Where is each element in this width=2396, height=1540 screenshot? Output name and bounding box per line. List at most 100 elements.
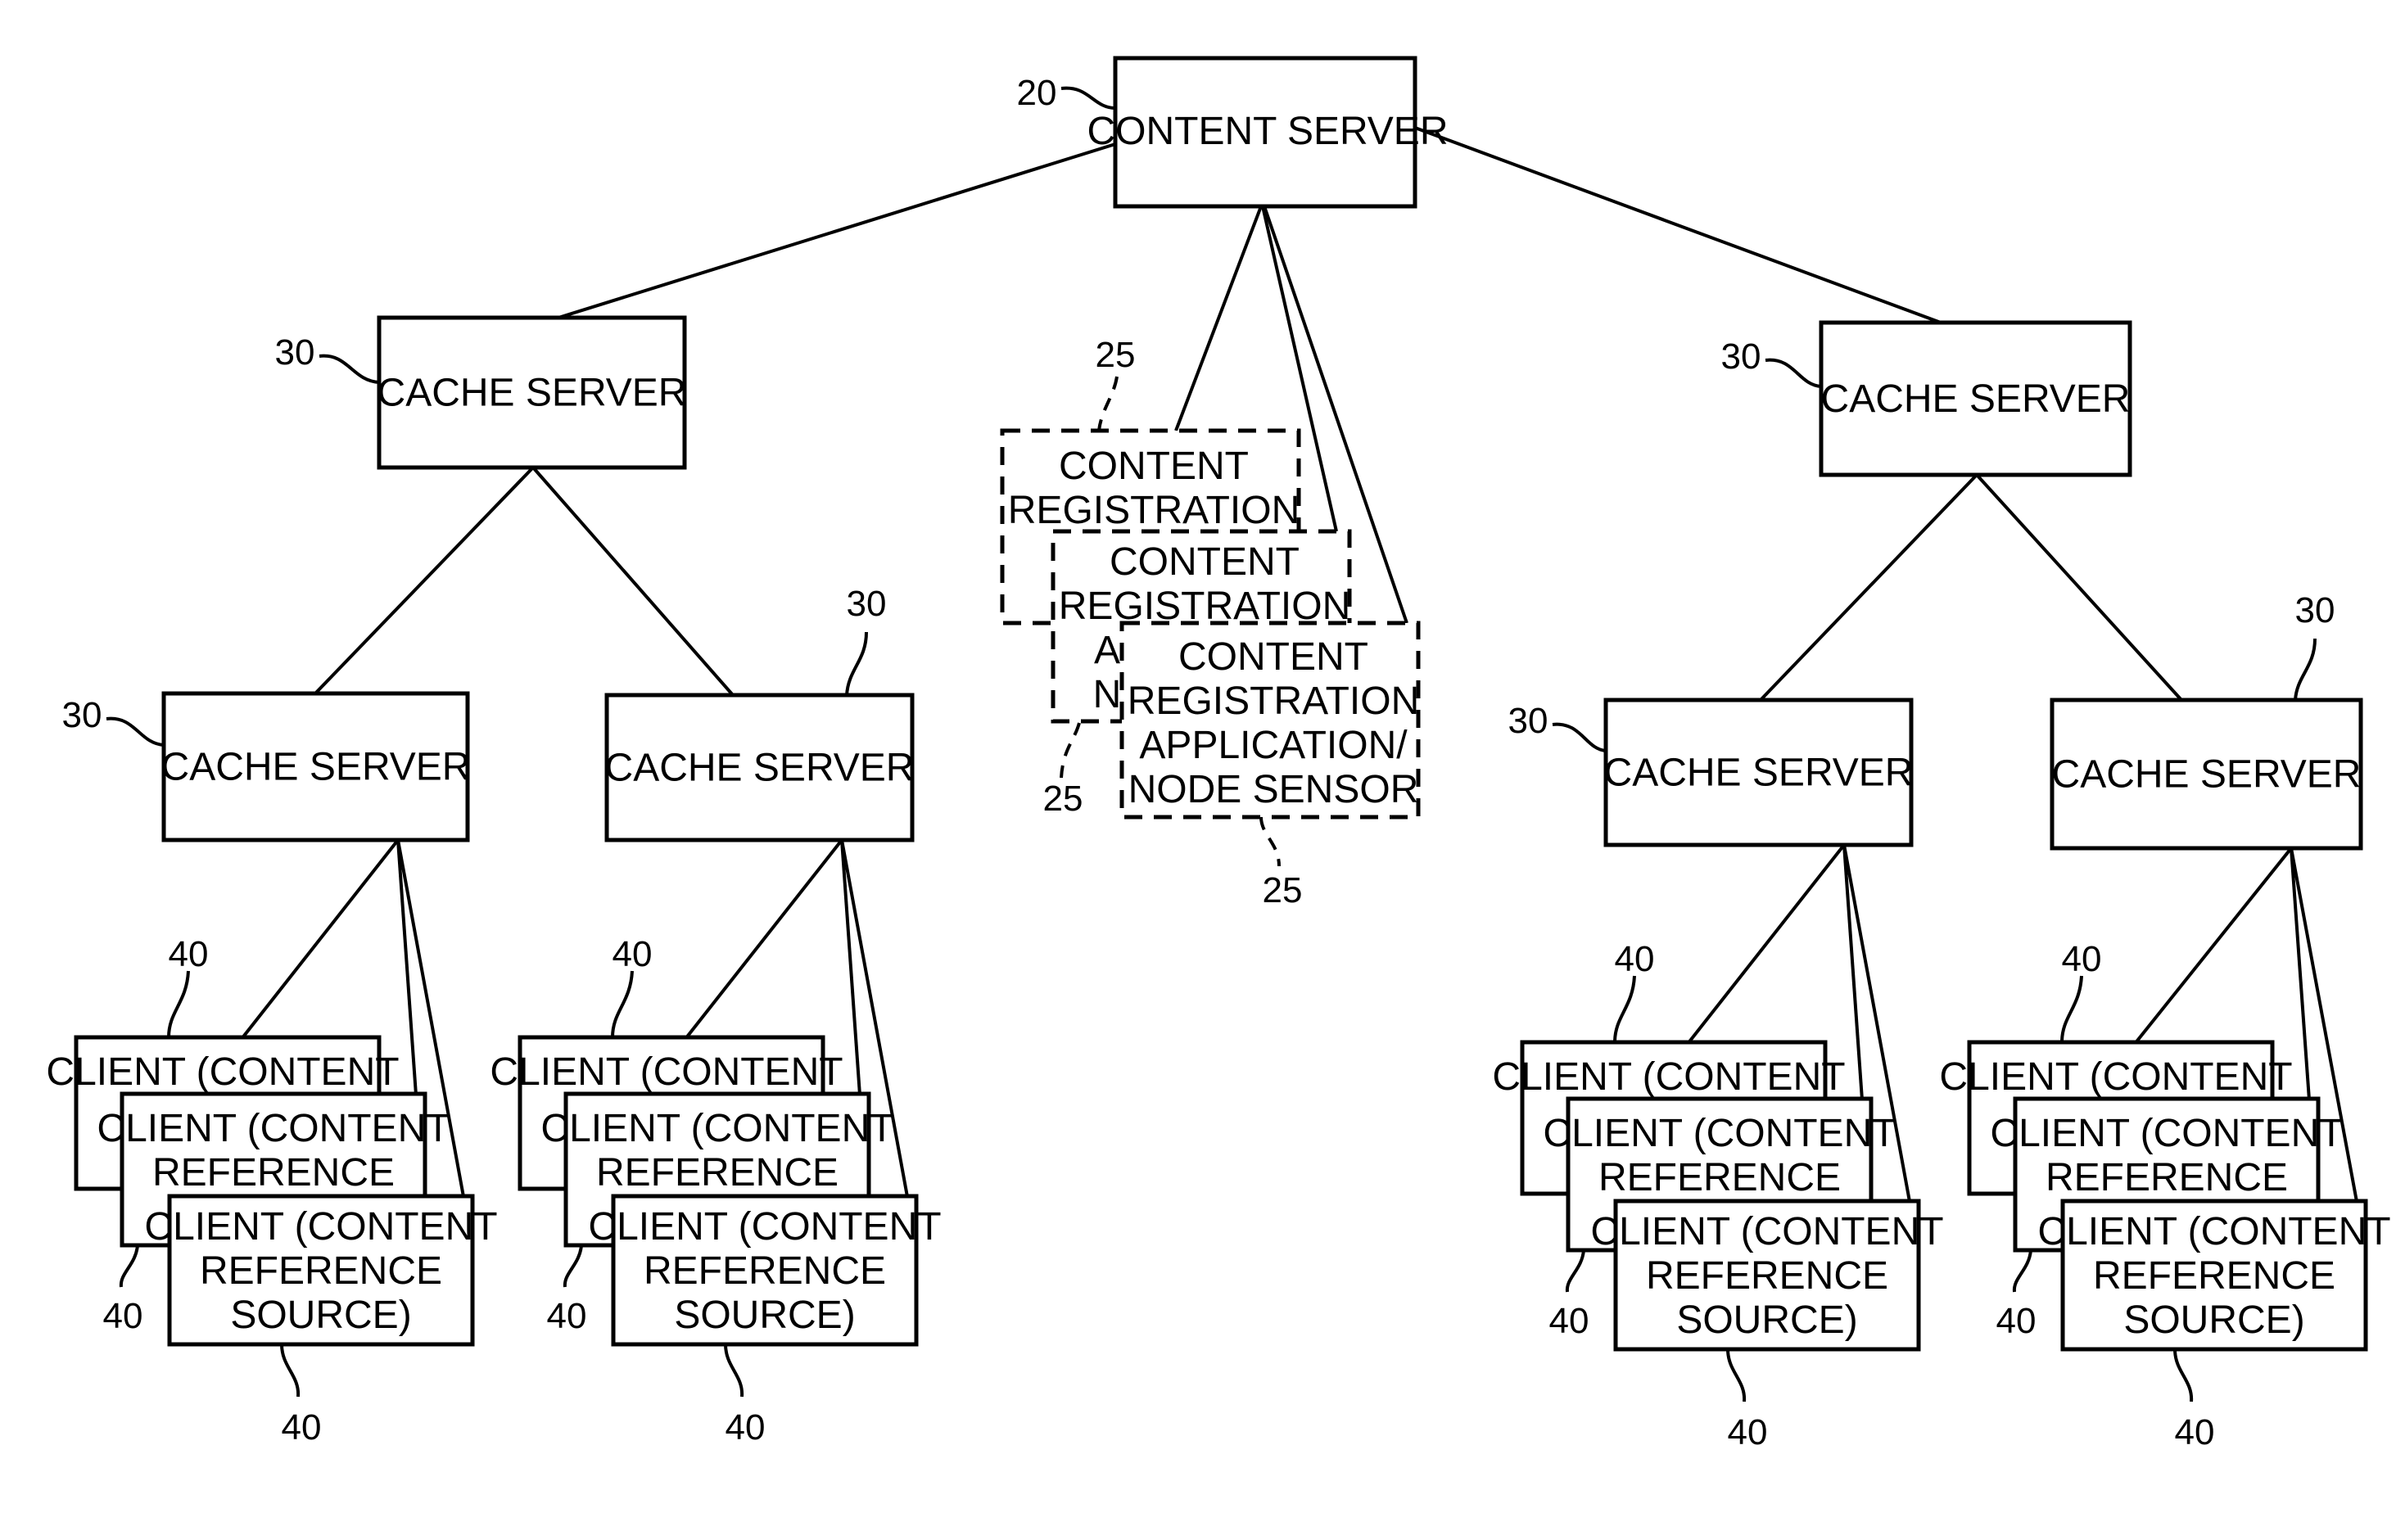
ref-leader-40 bbox=[1613, 975, 1636, 1043]
registration-label-line: NODE SENSOR bbox=[1128, 768, 1419, 811]
client-label-line: SOURCE) bbox=[2123, 1298, 2304, 1342]
ref-number-40: 40 bbox=[169, 934, 209, 974]
cache-server-label: CACHE SERVER bbox=[1821, 377, 2131, 421]
cache-server-label: CACHE SERVER bbox=[1604, 752, 1914, 795]
edge-cache-to-client bbox=[1842, 844, 1864, 1100]
registration-label-line: N bbox=[1093, 673, 1122, 716]
ref-leader-40 bbox=[2012, 1249, 2032, 1293]
content-server-label: CONTENT SERVER bbox=[1087, 110, 1449, 153]
edge-right-cache-to-cache2 bbox=[1975, 473, 2183, 702]
registration-label-line: CONTENT bbox=[1178, 635, 1368, 679]
ref-leader-30 bbox=[106, 716, 165, 747]
ref-leader-40 bbox=[563, 1244, 583, 1288]
cache-server-node-right-2: CACHE SERVER 30 bbox=[2050, 590, 2363, 851]
edge-cache-to-client bbox=[2134, 847, 2293, 1044]
ref-leader-40 bbox=[1565, 1249, 1585, 1293]
client-label-line: CLIENT (CONTENT bbox=[1492, 1055, 1845, 1099]
edge-cache-to-client bbox=[2290, 847, 2311, 1100]
edge-content-to-registration-a bbox=[1174, 205, 1263, 431]
ref-number-40: 40 bbox=[1615, 939, 1655, 979]
registration-label-line: REGISTRATION bbox=[1128, 680, 1419, 723]
client-label-line: CLIENT (CONTENT bbox=[490, 1050, 843, 1094]
ref-leader-40 bbox=[119, 1244, 139, 1288]
cache-server-label: CACHE SERVER bbox=[2052, 753, 2362, 797]
ref-number-40: 40 bbox=[1728, 1412, 1768, 1452]
client-label-line: CLIENT (CONTENT bbox=[1939, 1055, 2292, 1099]
client-stack-left-2: CLIENT (CONTENTCLIENT (CONTENTREFERENCEC… bbox=[490, 838, 942, 1447]
ref-number-40: 40 bbox=[282, 1407, 322, 1447]
cache-server-node-top-right: CACHE SERVER 30 bbox=[1721, 320, 2132, 477]
edge-content-to-left-cache bbox=[558, 142, 1116, 319]
ref-leader-25 bbox=[1060, 722, 1081, 779]
cache-server-node-left-1: CACHE SERVER 30 bbox=[62, 691, 471, 842]
client-label-line: CLIENT (CONTENT bbox=[97, 1107, 450, 1150]
client-label-line: SOURCE) bbox=[1676, 1298, 1857, 1342]
cache-server-label: CACHE SERVER bbox=[161, 746, 471, 789]
client-label-line: REFERENCE bbox=[200, 1249, 442, 1293]
cache-server-label: CACHE SERVER bbox=[377, 372, 687, 415]
ref-number-25: 25 bbox=[1096, 335, 1136, 375]
cache-server-node-top-left: CACHE SERVER 30 bbox=[275, 315, 687, 470]
client-label-line: CLIENT (CONTENT bbox=[46, 1050, 399, 1094]
client-stack-right-2: CLIENT (CONTENTCLIENT (CONTENTREFERENCEC… bbox=[1939, 847, 2391, 1452]
ref-number-25: 25 bbox=[1263, 870, 1303, 910]
edge-cache-to-client bbox=[241, 838, 400, 1039]
client-label-line: CLIENT (CONTENT bbox=[1990, 1112, 2343, 1155]
edge-cache-to-client bbox=[396, 839, 418, 1095]
content-distribution-diagram: CONTENT SERVER 20 CACHE SERVER 30 CACHE SE… bbox=[46, 56, 2391, 1452]
ref-number-40: 40 bbox=[2175, 1412, 2215, 1452]
registration-label-line: APPLICATION/ bbox=[1139, 724, 1408, 767]
edge-left-cache-to-cache1 bbox=[314, 466, 535, 695]
client-label-line: REFERENCE bbox=[1646, 1254, 1888, 1298]
ref-number-40: 40 bbox=[1996, 1301, 2037, 1341]
ref-number-20: 20 bbox=[1017, 73, 1057, 113]
ref-leader-30 bbox=[1552, 722, 1607, 752]
client-label-line: REFERENCE bbox=[1598, 1156, 1841, 1199]
cache-server-node-right-1: CACHE SERVER 30 bbox=[1508, 698, 1914, 847]
ref-number-30: 30 bbox=[2295, 590, 2335, 630]
client-label-line: CLIENT (CONTENT bbox=[540, 1107, 893, 1150]
registration-label-line: REGISTRATION bbox=[1008, 489, 1300, 532]
client-label-line: REFERENCE bbox=[2046, 1156, 2288, 1199]
registration-label-line: A bbox=[1094, 629, 1120, 672]
client-label-line: CLIENT (CONTENT bbox=[1543, 1112, 1896, 1155]
ref-leader-30 bbox=[845, 631, 868, 696]
ref-number-40: 40 bbox=[103, 1296, 143, 1336]
edge-cache-to-client bbox=[840, 839, 861, 1095]
ref-number-30: 30 bbox=[1721, 336, 1761, 377]
client-label-line: CLIENT (CONTENT bbox=[144, 1205, 497, 1249]
ref-leader-25 bbox=[1259, 816, 1281, 867]
client-label-line: REFERENCE bbox=[644, 1249, 886, 1293]
ref-leader-40 bbox=[1726, 1348, 1747, 1402]
ref-leader-40 bbox=[2173, 1348, 2194, 1402]
ref-number-30: 30 bbox=[1508, 701, 1548, 741]
ref-leader-40 bbox=[2060, 975, 2083, 1043]
ref-leader-40 bbox=[724, 1344, 744, 1398]
ref-number-40: 40 bbox=[547, 1296, 587, 1336]
ref-leader-40 bbox=[280, 1344, 301, 1398]
client-stack-left-1: CLIENT (CONTENTCLIENT (CONTENTREFERENCEC… bbox=[46, 838, 498, 1447]
client-label-line: CLIENT (CONTENT bbox=[2037, 1210, 2390, 1253]
edge-content-to-right-cache bbox=[1414, 126, 1942, 324]
ref-leader-30 bbox=[2294, 638, 2317, 701]
content-server-node: CONTENT SERVER 20 bbox=[1017, 56, 1449, 209]
registration-node-3: CONTENTREGISTRATIONAPPLICATION/NODE SENS… bbox=[1119, 621, 1421, 820]
ref-leader-40 bbox=[167, 970, 190, 1038]
client-stacks: CLIENT (CONTENTCLIENT (CONTENTREFERENCEC… bbox=[46, 838, 2391, 1452]
cache-server-label: CACHE SERVER bbox=[605, 747, 915, 790]
ref-number-40: 40 bbox=[726, 1407, 766, 1447]
client-label-line: SOURCE) bbox=[674, 1294, 855, 1337]
edge-cache-to-client bbox=[1687, 843, 1846, 1044]
registration-label-line: CONTENT bbox=[1110, 540, 1300, 584]
ref-leader-30 bbox=[319, 354, 380, 384]
registration-label-line: CONTENT bbox=[1059, 445, 1249, 488]
client-label-line: CLIENT (CONTENT bbox=[1590, 1210, 1943, 1253]
client-stack-right-1: CLIENT (CONTENTCLIENT (CONTENTREFERENCEC… bbox=[1492, 843, 1944, 1452]
client-label-line: REFERENCE bbox=[596, 1151, 839, 1195]
ref-number-30: 30 bbox=[847, 584, 887, 624]
ref-number-40: 40 bbox=[613, 934, 653, 974]
ref-number-25: 25 bbox=[1043, 779, 1083, 819]
client-label-line: REFERENCE bbox=[152, 1151, 395, 1195]
ref-leader-25 bbox=[1097, 376, 1119, 431]
ref-number-30: 30 bbox=[62, 695, 102, 735]
